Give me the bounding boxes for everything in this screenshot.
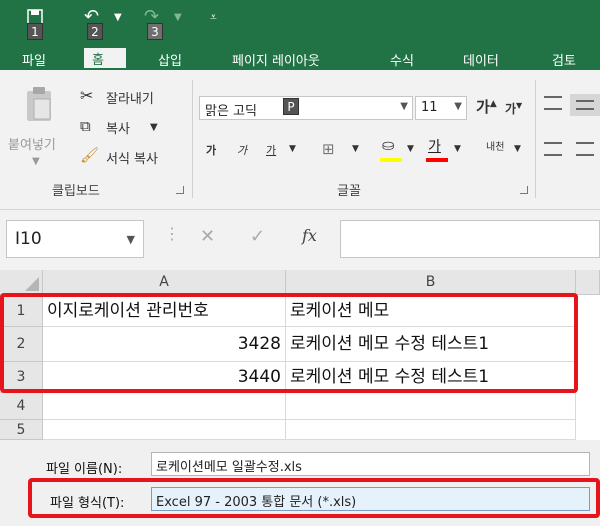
title-bar: 1 ↶ ▼ 2 ↷ ▼ 3 ⩡ 파일 F 홈 H 삽입 N 페이지 레이아웃 P… [0, 0, 600, 88]
font-group-label: 글꼴 [337, 184, 361, 199]
clipboard-group-label: 클립보드 [52, 184, 100, 199]
font-launcher-icon[interactable] [520, 186, 528, 194]
copy-dropdown-icon[interactable]: ▼ [150, 122, 158, 133]
redo-dropdown-icon[interactable]: ▼ [174, 12, 182, 38]
tab-home[interactable]: 홈 [84, 48, 126, 68]
font-name-select[interactable]: 맑은 고딕 ▼ [199, 96, 413, 120]
tab-file[interactable]: 파일 [22, 50, 46, 69]
bold-button[interactable]: 가 [206, 142, 216, 158]
undo-dropdown-icon[interactable]: ▼ [114, 12, 122, 38]
align-left-icon[interactable] [544, 142, 562, 156]
paste-dropdown-icon[interactable]: ▼ [32, 156, 40, 167]
font-color-swatch [426, 158, 448, 162]
filename-value: 로케이션메모 일괄수정.xls [156, 460, 302, 475]
row-header[interactable]: 5 [0, 420, 43, 440]
insert-function-button[interactable]: fx [302, 226, 317, 245]
tab-data[interactable]: 데이터 [463, 50, 499, 69]
keytip-save: 1 [27, 23, 43, 40]
tab-page-layout[interactable]: 페이지 레이아웃 [232, 50, 320, 69]
fill-color-swatch [380, 158, 402, 162]
underline-dropdown-icon[interactable]: ▼ [289, 144, 296, 154]
group-separator [192, 80, 193, 198]
fill-color-dropdown-icon[interactable]: ▼ [407, 144, 414, 154]
align-center-icon[interactable] [576, 142, 594, 156]
name-box-value: I10 [15, 229, 42, 249]
customize-qat-icon[interactable]: ⩡ [210, 10, 217, 36]
formula-input[interactable] [340, 220, 600, 258]
shrink-font-button[interactable]: 가▼ [505, 100, 522, 117]
cell-b5[interactable] [286, 420, 576, 440]
border-icon[interactable]: ⊞ [322, 140, 335, 158]
align-middle-icon[interactable] [570, 94, 600, 116]
column-header-c[interactable] [576, 270, 600, 295]
keytip-redo: 3 [147, 23, 163, 40]
select-all-button[interactable] [0, 270, 43, 295]
more-icon: ⋮ [164, 224, 180, 243]
keytip-undo: 2 [87, 23, 103, 40]
align-top-icon[interactable] [544, 96, 562, 110]
chevron-down-icon: ▼ [454, 101, 462, 112]
fill-color-icon[interactable]: ⛀ [382, 136, 395, 154]
font-size-value: 11 [421, 100, 438, 115]
tab-formulas[interactable]: 수식 [390, 50, 414, 69]
ribbon: 붙여넣기 ▼ ✂ 잘라내기 ⧉ 복사 ▼ 🖌 서식 복사 클립보드 맑은 고딕 … [0, 70, 600, 210]
cut-button[interactable]: 잘라내기 [106, 88, 154, 107]
paste-button[interactable]: 붙여넣기 [8, 134, 56, 153]
chevron-down-icon: ▼ [126, 233, 135, 246]
highlight-box [0, 293, 578, 393]
name-box[interactable]: I10 ▼ [6, 220, 144, 258]
cut-icon: ✂ [80, 86, 94, 105]
phonetic-button[interactable]: 내천 [486, 138, 504, 153]
tab-insert[interactable]: 삽입 [158, 50, 182, 69]
highlight-box [28, 478, 600, 518]
phonetic-dropdown-icon[interactable]: ▼ [514, 144, 521, 154]
row-header[interactable]: 4 [0, 393, 43, 420]
tab-review[interactable]: 검토 [552, 50, 576, 69]
cell-a5[interactable] [43, 420, 286, 440]
border-dropdown-icon[interactable]: ▼ [352, 144, 359, 154]
grow-font-glyph: 가 [476, 98, 490, 116]
column-header-b[interactable]: B [286, 270, 576, 295]
font-name-value: 맑은 고딕 [205, 104, 257, 119]
font-size-select[interactable]: 11 ▼ [415, 96, 467, 120]
keytip-page-layout-overlay: P [283, 98, 299, 115]
tab-home-label: 홈 [92, 53, 104, 68]
clipboard-launcher-icon[interactable] [176, 186, 184, 194]
group-separator [535, 80, 536, 198]
font-color-button[interactable]: 가 [428, 136, 441, 156]
copy-button[interactable]: 복사 [106, 118, 130, 137]
cell-b4[interactable] [286, 393, 576, 420]
copy-icon: ⧉ [80, 117, 91, 135]
enter-icon[interactable]: ✓ [250, 226, 265, 247]
italic-button[interactable]: 가 [237, 142, 247, 158]
cancel-icon[interactable]: ✕ [200, 226, 215, 247]
paste-icon[interactable] [24, 86, 54, 126]
shrink-font-glyph: 가 [505, 102, 517, 116]
filename-label: 파일 이름(N): [46, 462, 123, 477]
grow-font-button[interactable]: 가▲ [476, 96, 497, 117]
filename-input[interactable]: 로케이션메모 일괄수정.xls [151, 452, 590, 476]
cell-a4[interactable] [43, 393, 286, 420]
format-painter-button[interactable]: 서식 복사 [106, 148, 158, 167]
font-color-dropdown-icon[interactable]: ▼ [454, 144, 461, 154]
underline-button[interactable]: 가 [266, 142, 276, 158]
format-painter-icon: 🖌 [80, 146, 100, 164]
chevron-down-icon: ▼ [400, 101, 408, 112]
column-header-a[interactable]: A [43, 270, 286, 295]
